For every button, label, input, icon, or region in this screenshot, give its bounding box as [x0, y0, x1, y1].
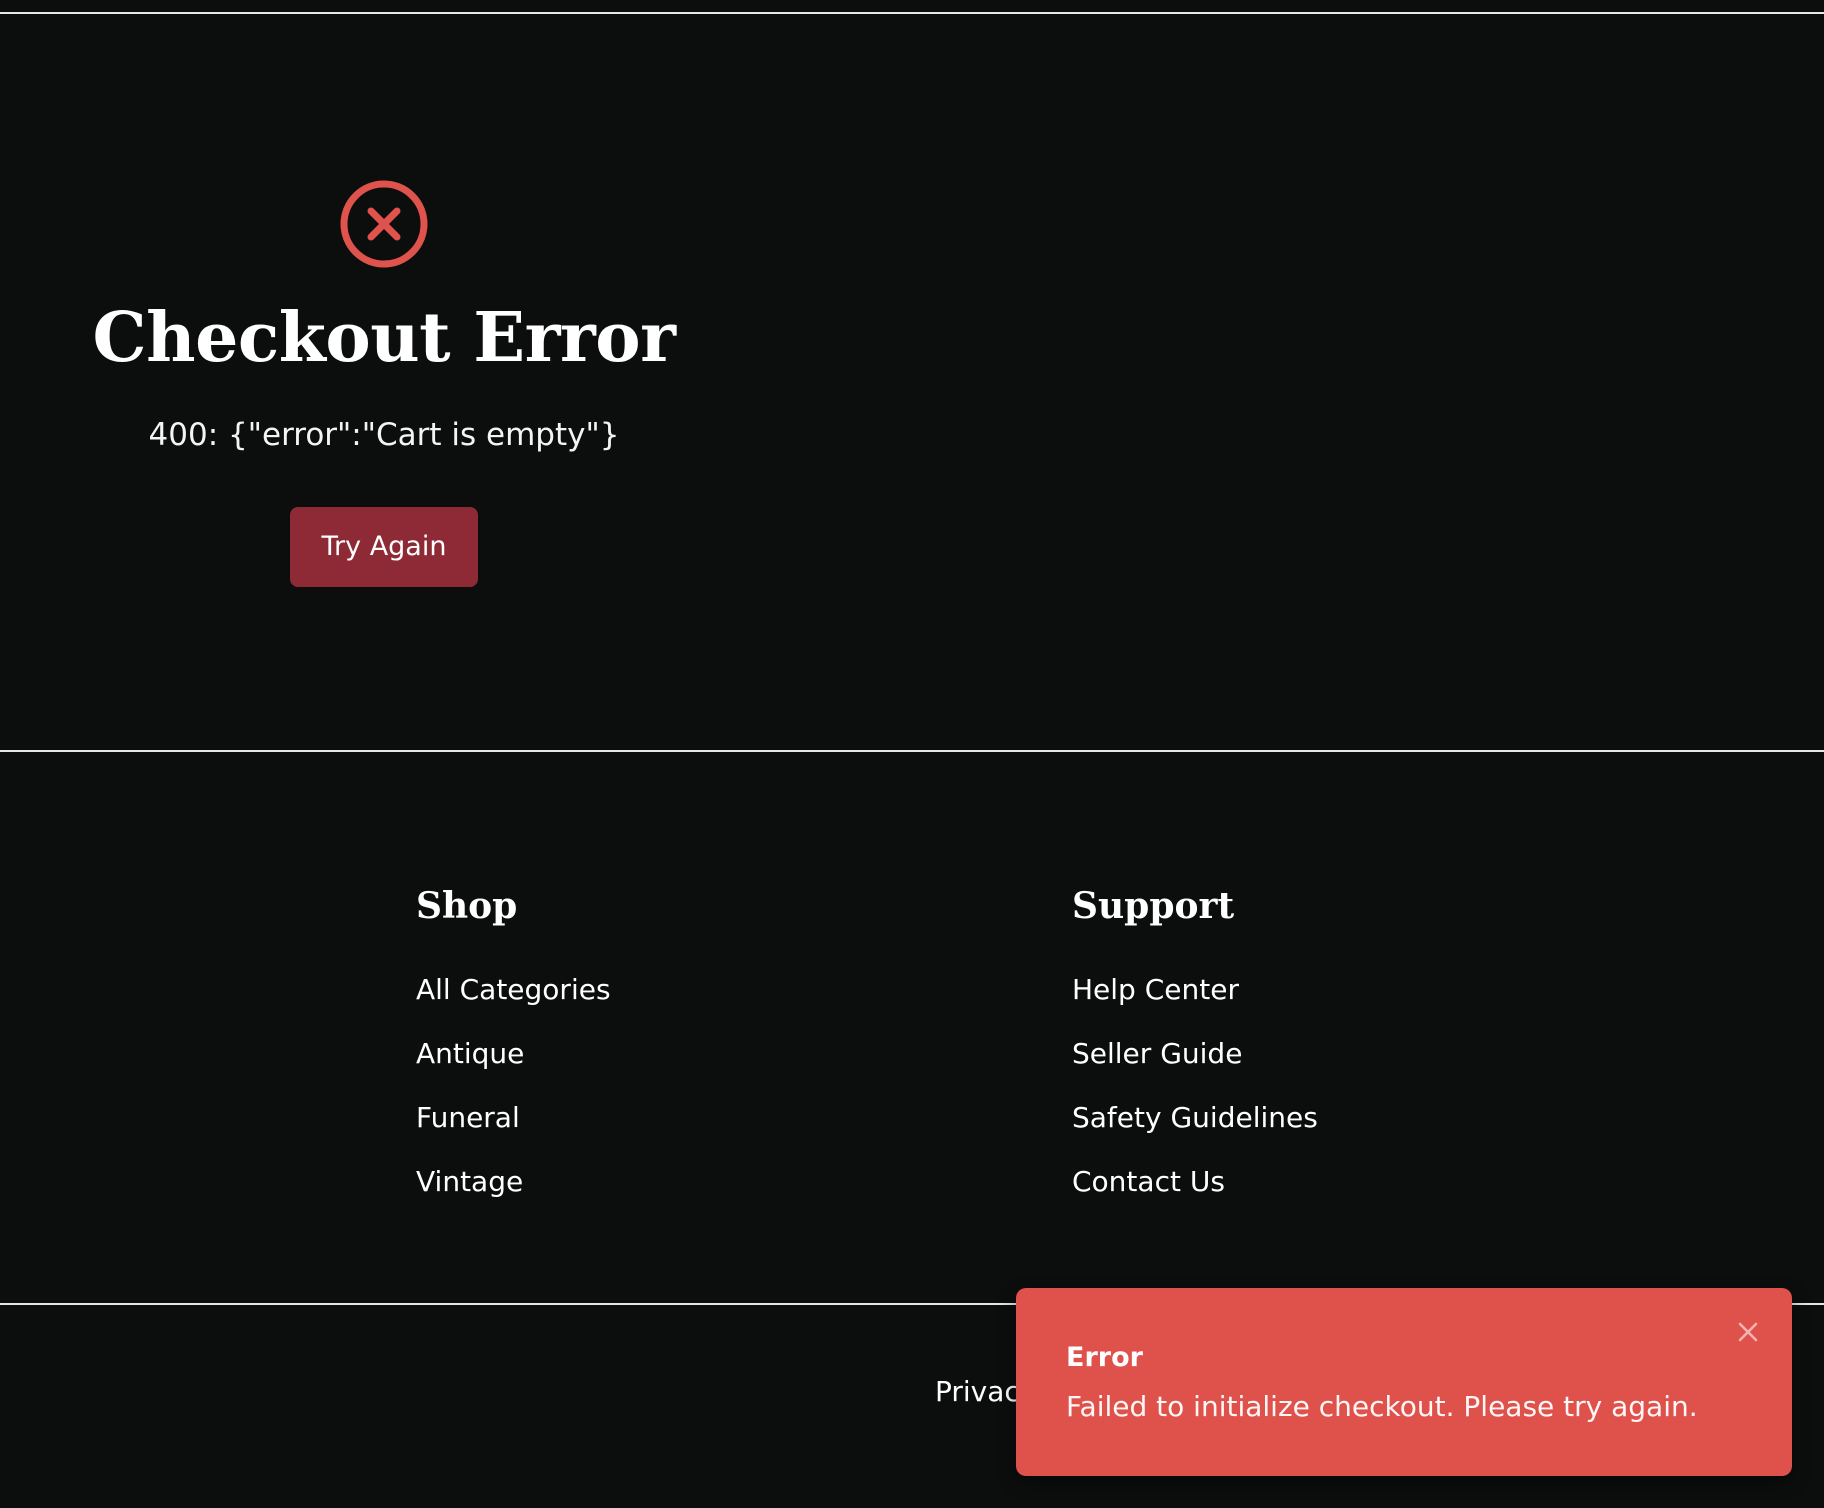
footer-link-antique[interactable]: Antique — [416, 1040, 611, 1068]
error-toast: Error Failed to initialize checkout. Ple… — [1016, 1288, 1792, 1476]
page-title: Checkout Error — [92, 298, 676, 378]
try-again-button[interactable]: Try Again — [289, 507, 479, 587]
toast-message: Failed to initialize checkout. Please tr… — [1066, 1390, 1698, 1423]
footer-shop-heading: Shop — [416, 885, 518, 927]
footer-support-column: Support Help Center Seller Guide Safety … — [1072, 888, 1318, 1232]
footer-link-contact-us[interactable]: Contact Us — [1072, 1168, 1318, 1196]
footer-link-all-categories[interactable]: All Categories — [416, 976, 611, 1004]
footer-link-help-center[interactable]: Help Center — [1072, 976, 1318, 1004]
footer-divider — [0, 750, 1824, 752]
x-circle-icon — [340, 180, 428, 268]
footer-link-seller-guide[interactable]: Seller Guide — [1072, 1040, 1318, 1068]
error-message: 400: {"error":"Cart is empty"} — [148, 417, 620, 453]
footer-link-vintage[interactable]: Vintage — [416, 1168, 611, 1196]
footer-link-safety-guidelines[interactable]: Safety Guidelines — [1072, 1104, 1318, 1132]
footer-privacy-link[interactable]: Privac — [935, 1375, 1020, 1408]
close-icon[interactable] — [1732, 1316, 1764, 1348]
footer-shop-column: Shop All Categories Antique Funeral Vint… — [416, 888, 611, 1232]
top-divider — [0, 12, 1824, 14]
footer-support-heading: Support — [1072, 885, 1235, 927]
toast-title: Error — [1066, 1342, 1143, 1373]
footer-link-funeral[interactable]: Funeral — [416, 1104, 611, 1132]
checkout-error-panel: Checkout Error 400: {"error":"Cart is em… — [0, 160, 768, 587]
